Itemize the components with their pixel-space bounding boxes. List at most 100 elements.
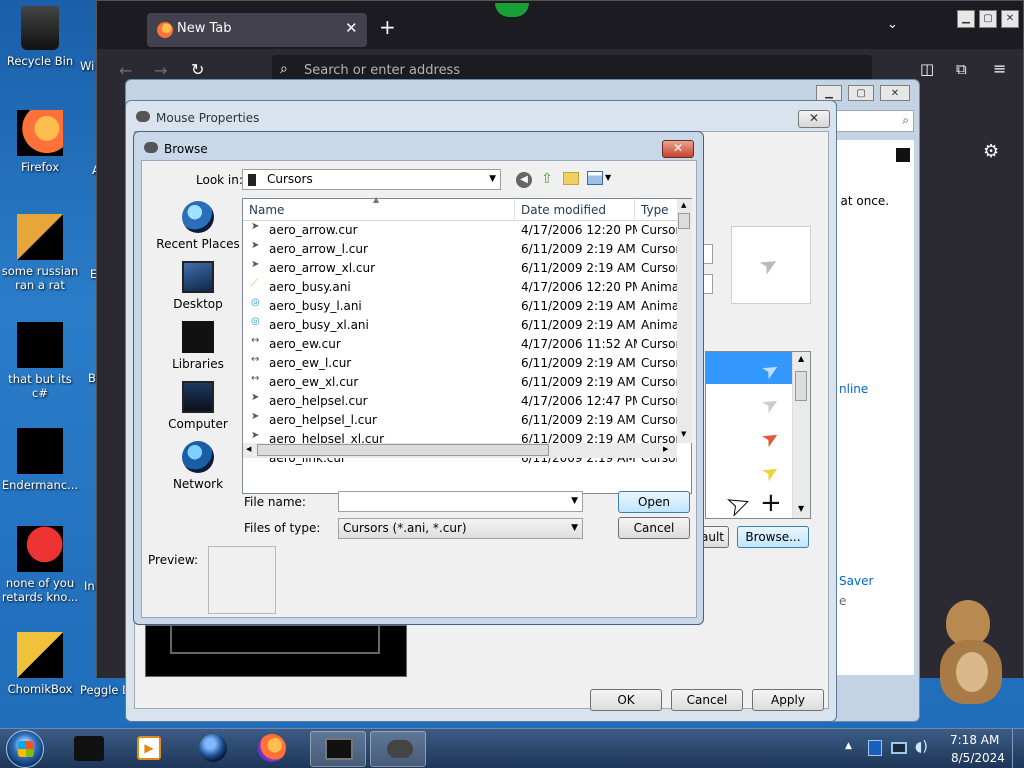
taskbar-control-panel-button[interactable] <box>310 731 366 767</box>
taskbar-explorer-button[interactable] <box>64 731 120 767</box>
close-button[interactable]: ✕ <box>798 110 830 128</box>
desktop-partial-label: In <box>84 579 95 593</box>
file-row[interactable]: ◎ aero_busy_l.ani 6/11/2009 2:19 AM Animat <box>243 297 679 316</box>
list-scrollbar[interactable]: ▲ ▼ <box>792 352 810 518</box>
scroll-thumb[interactable] <box>257 444 549 456</box>
files-of-type-select[interactable]: Cursors (*.ani, *.cur) ▼ <box>338 518 583 539</box>
start-button[interactable] <box>6 730 44 768</box>
menu-hamburger-icon[interactable]: ≡ <box>993 59 1006 78</box>
close-button[interactable]: ✕ <box>880 85 910 101</box>
places-libraries[interactable]: Libraries <box>148 321 248 371</box>
reload-icon[interactable]: ↻ <box>191 60 204 79</box>
selected-cursor-row[interactable]: ➤ <box>706 352 792 385</box>
chevron-down-icon[interactable]: ▼ <box>605 173 611 182</box>
extension-indicator <box>495 3 529 17</box>
cancel-button[interactable]: Cancel <box>671 689 743 711</box>
search-box[interactable]: ⌕ <box>836 110 914 132</box>
column-date-modified[interactable]: Date modified <box>515 199 635 221</box>
file-row[interactable]: ➤ aero_helpsel_l.cur 6/11/2009 2:19 AM Curs… <box>243 411 679 430</box>
file-row[interactable]: ↔ aero_ew_l.cur 6/11/2009 2:19 AM Cursor <box>243 354 679 373</box>
desktop-icon-firefox[interactable]: Firefox <box>0 110 80 174</box>
vertical-scrollbar[interactable]: ▲ ▼ <box>677 199 692 443</box>
places-computer[interactable]: Computer <box>148 381 248 431</box>
file-row[interactable]: ➤ aero_helpsel.cur 4/17/2006 12:47 PM Curso… <box>243 392 679 411</box>
places-desktop[interactable]: Desktop <box>148 261 248 311</box>
folder-icon <box>248 174 256 186</box>
desktop-icon-csharp[interactable]: that but its c# <box>0 322 80 400</box>
minimize-button[interactable]: ▁ <box>957 10 975 28</box>
minimize-button[interactable]: ▁ <box>816 85 842 101</box>
file-row[interactable]: ➤ aero_arrow_xl.cur 6/11/2009 2:19 AM Curso… <box>243 259 679 278</box>
file-row[interactable]: ◎ aero_busy_xl.ani 6/11/2009 2:19 AM Animat <box>243 316 679 335</box>
cursor-file-icon: ➤ <box>251 221 260 232</box>
look-in-combo[interactable]: Cursors ▼ <box>242 169 501 190</box>
file-row[interactable]: ↔ aero_ew_xl.cur 6/11/2009 2:19 AM Cursor <box>243 373 679 392</box>
file-name-input[interactable]: ▼ <box>338 491 583 512</box>
clock-date[interactable]: 8/5/2024 <box>951 751 1005 765</box>
file-type: Cursor <box>641 337 677 351</box>
new-folder-icon[interactable] <box>563 172 579 185</box>
desktop-icon-none-of-you[interactable]: none of you retards kno... <box>0 526 80 604</box>
back-arrow-icon[interactable]: ← <box>119 61 132 80</box>
clock-time[interactable]: 7:18 AM <box>950 733 999 747</box>
close-tab-icon[interactable]: ✕ <box>345 19 358 37</box>
show-hidden-icons-icon[interactable]: ▲ <box>845 741 852 751</box>
places-network[interactable]: Network <box>148 441 248 491</box>
scroll-up-icon[interactable]: ▲ <box>798 354 804 363</box>
taskbar-media-player-button[interactable]: ▶ <box>122 731 178 767</box>
places-recent[interactable]: Recent Places <box>148 201 248 251</box>
file-row[interactable]: ➤ aero_arrow_l.cur 6/11/2009 2:19 AM Cursor <box>243 240 679 259</box>
file-row[interactable]: ➤ aero_arrow.cur 4/17/2006 12:20 PM Cursor <box>243 221 679 240</box>
scroll-down-icon[interactable]: ▼ <box>681 430 686 438</box>
forward-arrow-icon[interactable]: → <box>154 61 167 80</box>
new-tab-plus-icon[interactable]: + <box>379 15 396 39</box>
taskbar-firefox-button[interactable] <box>244 731 300 767</box>
cancel-button[interactable]: Cancel <box>618 517 690 539</box>
browse-button[interactable]: Browse... <box>737 526 809 548</box>
open-button[interactable]: Open <box>618 491 690 513</box>
column-type[interactable]: Type <box>635 199 679 221</box>
close-button[interactable]: ✕ <box>1001 10 1019 28</box>
cursor-customize-list[interactable]: ➤ ➤ ➤ ➤ + ▲ ▼ <box>705 351 811 519</box>
up-folder-icon[interactable]: ⇧ <box>541 171 553 187</box>
scroll-right-icon[interactable]: ▶ <box>663 445 668 453</box>
show-desktop-button[interactable] <box>1012 729 1024 768</box>
back-icon[interactable]: ◀ <box>516 172 532 188</box>
settings-gear-icon[interactable]: ⚙ <box>983 141 999 162</box>
desktop-icon-chomikbox[interactable]: ChomikBox <box>0 632 80 696</box>
scroll-thumb[interactable] <box>795 371 807 401</box>
view-menu-icon[interactable] <box>587 171 603 185</box>
horizontal-scrollbar[interactable]: ◀ ▶ <box>243 443 677 458</box>
desktop-icon-recycle-bin[interactable]: Recycle Bin <box>0 6 80 68</box>
recent-places-icon <box>182 201 214 233</box>
file-name: aero_helpsel.cur <box>269 394 368 408</box>
network-tray-icon[interactable] <box>868 740 882 756</box>
scroll-thumb[interactable] <box>678 213 690 229</box>
file-row[interactable]: ⟋ aero_busy.ani 4/17/2006 12:20 PM Animat <box>243 278 679 297</box>
taskbar-globe-button[interactable] <box>185 731 241 767</box>
normal-select-cursor-icon: ➤ <box>757 355 784 385</box>
pocket-icon[interactable]: ◫ <box>920 60 934 78</box>
maximize-button[interactable]: ▢ <box>848 85 874 101</box>
maximize-button[interactable]: ▢ <box>979 10 997 28</box>
taskbar-mouse-button[interactable] <box>370 731 426 767</box>
list-all-tabs-chevron-icon[interactable]: ⌄ <box>887 17 898 32</box>
scroll-up-icon[interactable]: ▲ <box>681 201 686 209</box>
scroll-down-icon[interactable]: ▼ <box>798 504 804 513</box>
places-label: Recent Places <box>156 237 240 251</box>
file-list[interactable]: Name ▲ Date modified Type ➤ aero_arrow.cu… <box>242 195 692 494</box>
ok-button[interactable]: OK <box>590 689 662 711</box>
volume-tray-icon[interactable]: ◖) <box>915 739 928 755</box>
scroll-left-icon[interactable]: ◀ <box>246 445 251 453</box>
apply-button[interactable]: Apply <box>752 689 824 711</box>
desktop-icon-endermanch[interactable]: Endermanc... <box>0 428 80 492</box>
file-row[interactable]: ↔ aero_ew.cur 4/17/2006 11:52 AM Cursor <box>243 335 679 354</box>
tab-new-tab[interactable]: New Tab ✕ <box>147 13 367 47</box>
file-type: Animat <box>641 299 677 313</box>
monitor-tray-icon[interactable] <box>891 742 907 754</box>
cursor-file-icon: ↔ <box>251 335 260 346</box>
computer-icon <box>325 738 353 760</box>
desktop-icon-russian-rat[interactable]: some russian ran a rat <box>0 214 80 292</box>
close-button[interactable]: ✕ <box>662 140 694 158</box>
extensions-icon[interactable]: ⧉ <box>956 60 967 78</box>
